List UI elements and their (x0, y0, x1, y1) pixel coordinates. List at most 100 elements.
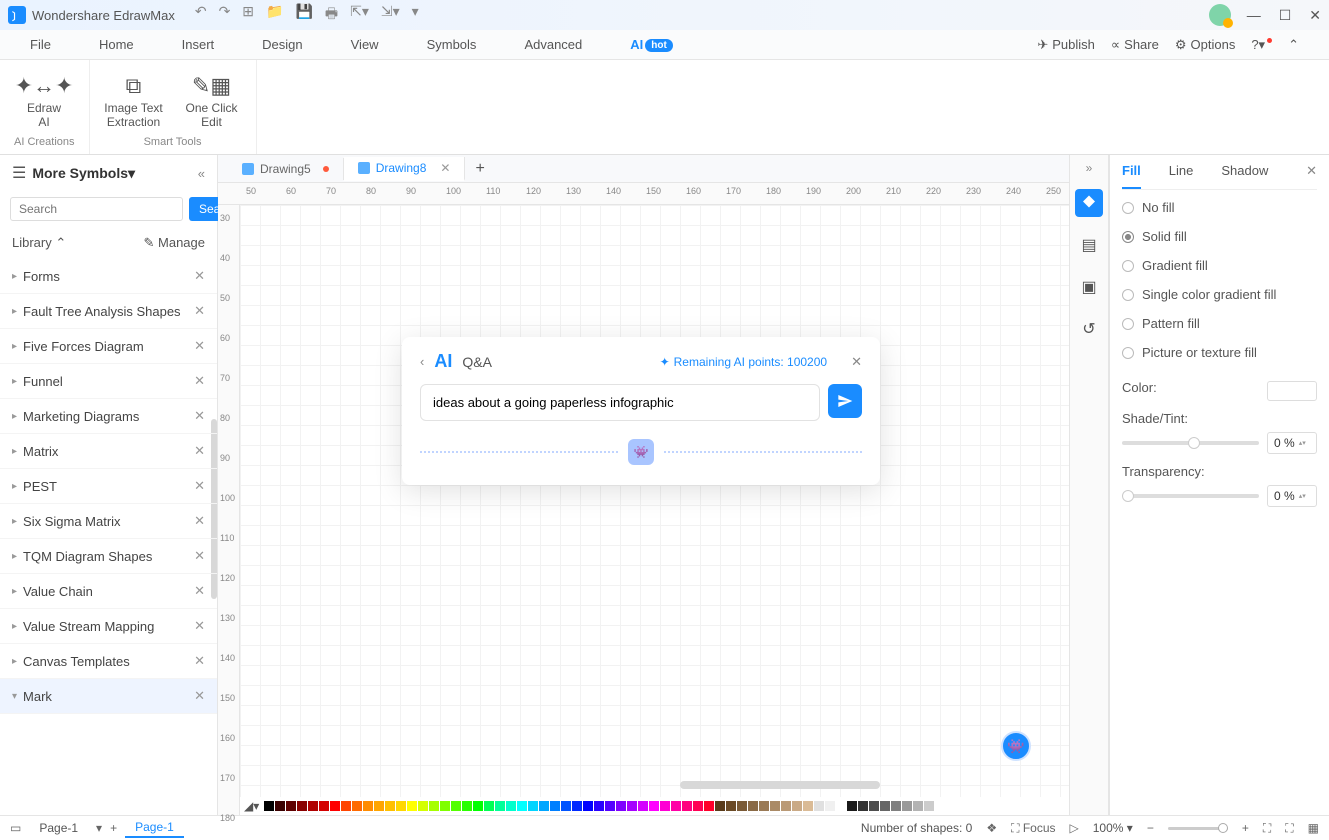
shade-value[interactable]: 0 %▴▾ (1267, 432, 1317, 454)
color-swatch[interactable] (627, 801, 637, 811)
redo-icon[interactable]: ↷ (219, 3, 231, 27)
color-swatch[interactable] (803, 801, 813, 811)
color-swatch[interactable] (726, 801, 736, 811)
back-icon[interactable]: ‹ (420, 354, 424, 369)
color-swatch[interactable] (836, 801, 846, 811)
color-swatch[interactable] (880, 801, 890, 811)
options-button[interactable]: ⚙ Options (1175, 37, 1235, 53)
close-tab-icon[interactable]: ✕ (440, 161, 450, 175)
library-item[interactable]: ▸Funnel✕ (0, 364, 217, 399)
menu-insert[interactable]: Insert (182, 37, 215, 52)
color-swatch[interactable] (891, 801, 901, 811)
fill-radio-option[interactable]: No fill (1122, 200, 1317, 215)
ai-prompt-input[interactable] (420, 384, 820, 421)
library-item[interactable]: ▾Mark✕ (0, 679, 217, 714)
print-icon[interactable]: 🖶 (325, 3, 338, 27)
page-dropdown-icon[interactable]: ▾ (96, 821, 102, 835)
color-swatch[interactable] (451, 801, 461, 811)
color-swatch[interactable] (594, 801, 604, 811)
library-item[interactable]: ▸PEST✕ (0, 469, 217, 504)
color-swatch[interactable] (495, 801, 505, 811)
color-swatch[interactable] (693, 801, 703, 811)
color-swatch[interactable] (825, 801, 835, 811)
fill-radio-option[interactable]: Gradient fill (1122, 258, 1317, 273)
color-swatch[interactable] (715, 801, 725, 811)
color-swatch[interactable] (473, 801, 483, 811)
add-tab-button[interactable]: + (465, 160, 494, 178)
color-swatch[interactable] (913, 801, 923, 811)
send-button[interactable] (828, 384, 862, 418)
fit-page-icon[interactable]: ⛶ (1263, 821, 1271, 836)
color-swatch[interactable] (462, 801, 472, 811)
fill-radio-option[interactable]: Picture or texture fill (1122, 345, 1317, 360)
library-item[interactable]: ▸Marketing Diagrams✕ (0, 399, 217, 434)
publish-button[interactable]: ✈ Publish (1037, 37, 1095, 53)
color-swatch[interactable] (660, 801, 670, 811)
open-icon[interactable]: 📁 (266, 3, 283, 27)
color-swatch[interactable] (572, 801, 582, 811)
page-tool-icon[interactable]: ▤ (1075, 231, 1103, 259)
color-swatch[interactable] (506, 801, 516, 811)
new-icon[interactable]: ⊞ (242, 3, 254, 27)
fill-dropper-icon[interactable]: ◢▾ (244, 799, 259, 813)
zoom-out-icon[interactable]: − (1147, 821, 1154, 835)
undo-icon[interactable]: ↶ (195, 3, 207, 27)
zoom-in-icon[interactable]: + (1242, 821, 1249, 835)
color-swatch[interactable] (264, 801, 274, 811)
library-item[interactable]: ▸Canvas Templates✕ (0, 644, 217, 679)
close-icon[interactable]: ✕ (194, 373, 205, 389)
color-swatch[interactable] (418, 801, 428, 811)
maximize-button[interactable]: ☐ (1279, 7, 1292, 24)
manage-button[interactable]: ✎ Manage (144, 235, 206, 251)
tab-line[interactable]: Line (1169, 163, 1194, 179)
close-icon[interactable]: ✕ (194, 303, 205, 319)
menu-advanced[interactable]: Advanced (524, 37, 582, 52)
color-swatch[interactable] (286, 801, 296, 811)
color-swatch[interactable] (781, 801, 791, 811)
color-swatch[interactable] (561, 801, 571, 811)
transparency-value[interactable]: 0 %▴▾ (1267, 485, 1317, 507)
color-swatch[interactable] (297, 801, 307, 811)
color-swatch[interactable] (814, 801, 824, 811)
library-label[interactable]: Library ⌃ (12, 235, 66, 251)
menu-file[interactable]: File (30, 37, 51, 52)
share-button[interactable]: ∝ Share (1111, 37, 1159, 53)
document-tab[interactable]: Drawing5 (228, 158, 344, 180)
fill-tool-icon[interactable] (1075, 189, 1103, 217)
close-icon[interactable]: ✕ (194, 688, 205, 704)
tab-shadow[interactable]: Shadow (1221, 163, 1268, 179)
edraw-ai-button[interactable]: ✦↔✦ Edraw AI (14, 73, 74, 130)
color-swatch[interactable] (583, 801, 593, 811)
color-swatch[interactable] (517, 801, 527, 811)
shade-slider[interactable] (1122, 441, 1259, 445)
color-swatch[interactable] (330, 801, 340, 811)
presentation-tool-icon[interactable]: ▣ (1075, 273, 1103, 301)
menu-design[interactable]: Design (262, 37, 302, 52)
close-icon[interactable]: ✕ (194, 548, 205, 564)
color-swatch[interactable] (869, 801, 879, 811)
color-swatch[interactable] (308, 801, 318, 811)
export-icon[interactable]: ⇱▾ (350, 3, 369, 27)
horizontal-scrollbar[interactable] (680, 781, 880, 789)
color-swatch[interactable] (1267, 381, 1317, 401)
toolbar-expand-icon[interactable]: » (1086, 161, 1093, 175)
color-swatch[interactable] (759, 801, 769, 811)
focus-button[interactable]: ⛶ Focus (1011, 821, 1055, 836)
document-tab[interactable]: Drawing8✕ (344, 157, 466, 181)
collapse-panel-icon[interactable]: « (198, 166, 205, 181)
color-swatch[interactable] (396, 801, 406, 811)
canvas[interactable]: ‹ AI Q&A ✦ Remaining AI points: 100200 ✕ (240, 205, 1069, 815)
fill-radio-option[interactable]: Pattern fill (1122, 316, 1317, 331)
history-tool-icon[interactable]: ↺ (1075, 315, 1103, 343)
menu-symbols[interactable]: Symbols (427, 37, 477, 52)
close-button[interactable]: ✕ (1309, 7, 1321, 24)
color-swatch[interactable] (649, 801, 659, 811)
color-swatch[interactable] (858, 801, 868, 811)
library-item[interactable]: ▸Value Chain✕ (0, 574, 217, 609)
color-swatch[interactable] (616, 801, 626, 811)
page-tab-1[interactable]: Page-1 (29, 819, 88, 837)
library-item[interactable]: ▸Five Forces Diagram✕ (0, 329, 217, 364)
library-item[interactable]: ▸Matrix✕ (0, 434, 217, 469)
color-swatch[interactable] (682, 801, 692, 811)
library-item[interactable]: ▸Value Stream Mapping✕ (0, 609, 217, 644)
